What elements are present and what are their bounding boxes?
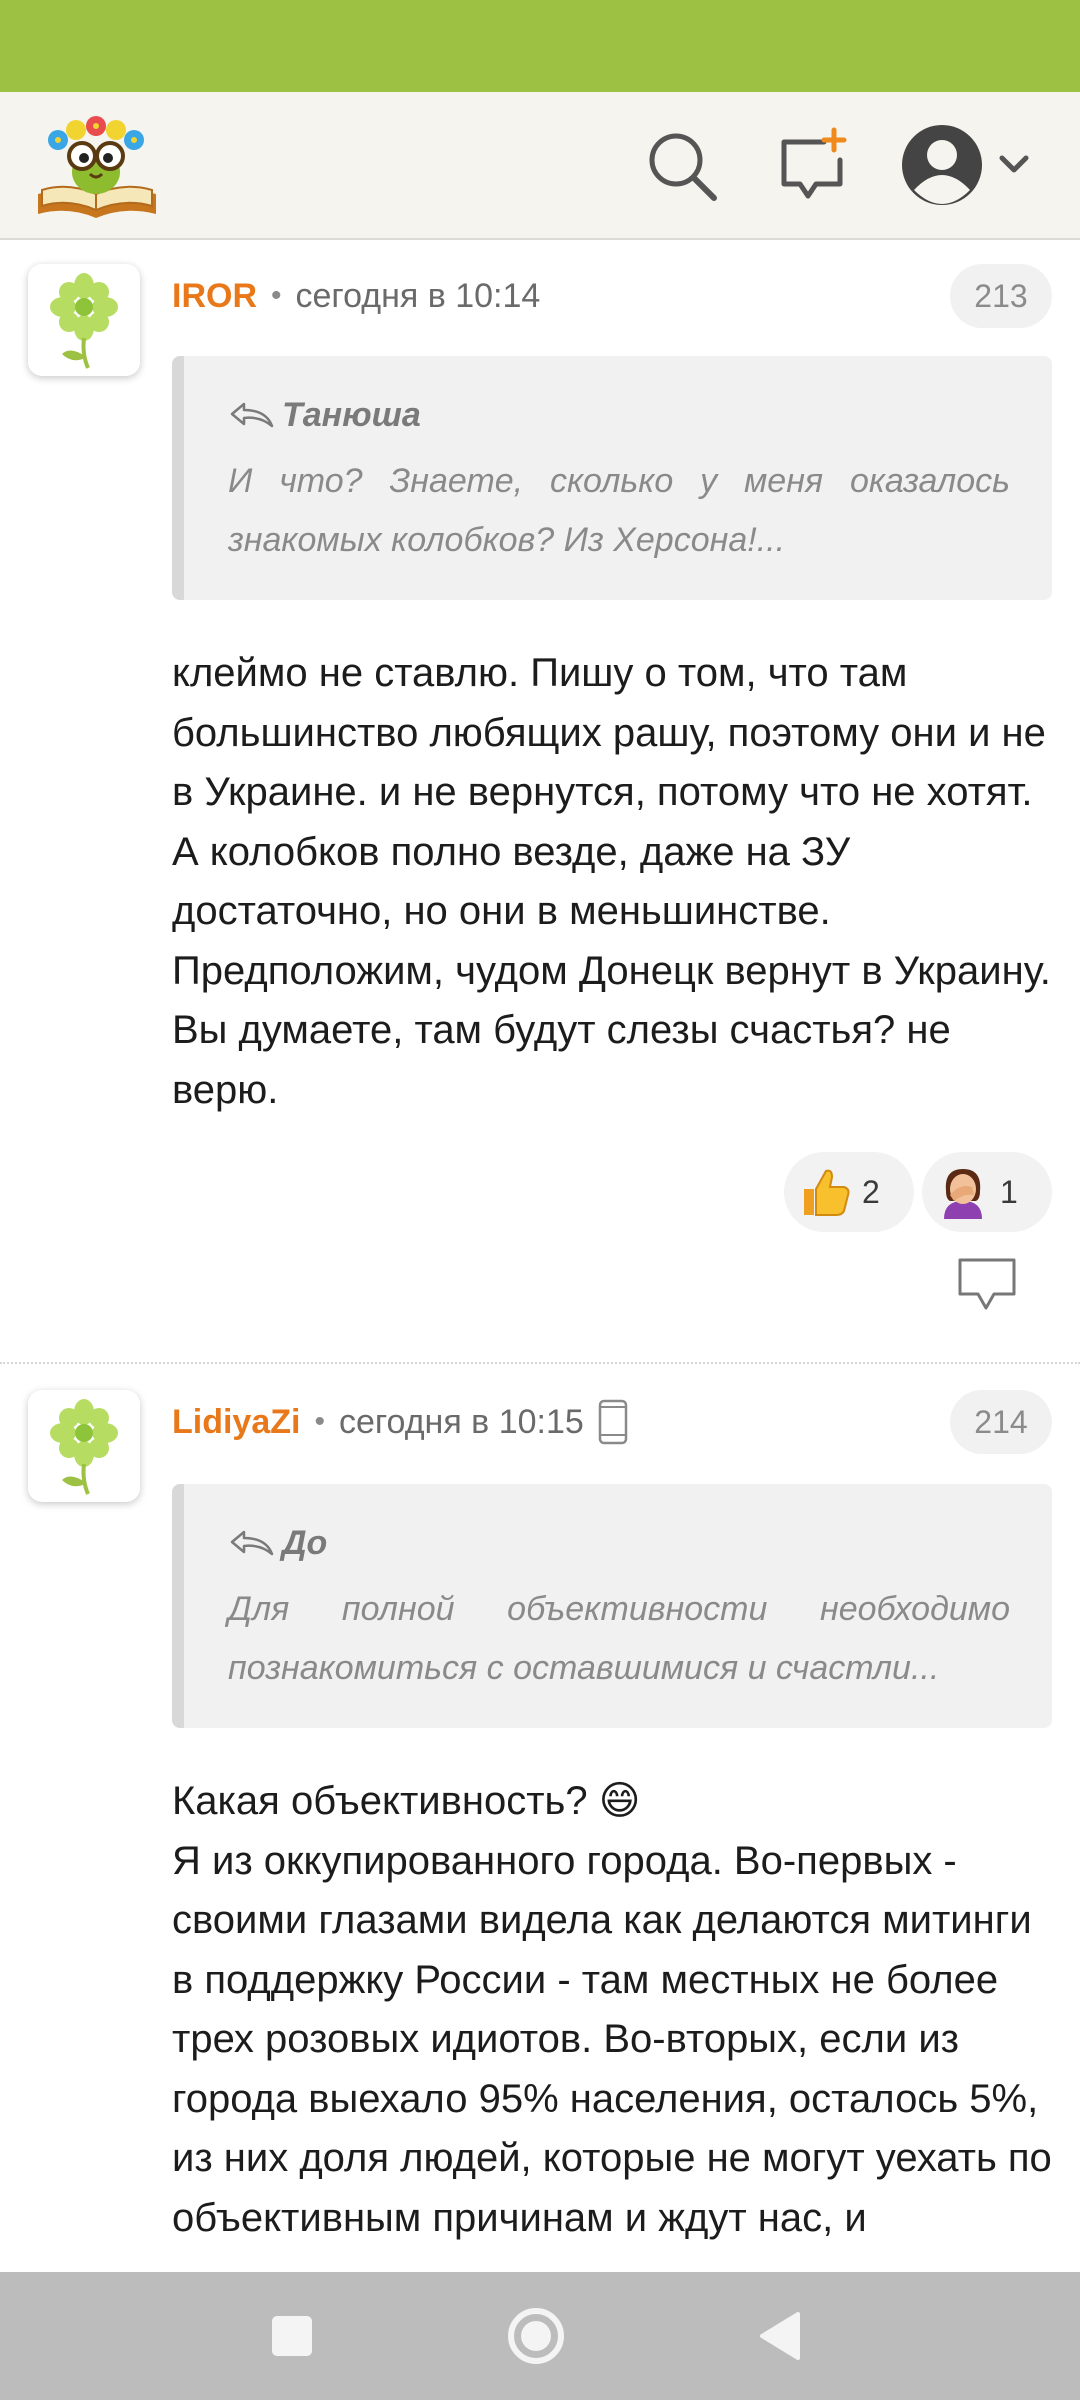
quote-header: До xyxy=(228,1520,1010,1566)
comment-number[interactable]: 214 xyxy=(950,1390,1052,1454)
separator-dot: • xyxy=(271,279,282,312)
daisy-avatar-icon xyxy=(50,273,118,369)
comment-body: Какая объективность? 😄 Я из оккупированн… xyxy=(172,1772,1052,2248)
thumbs-up-icon xyxy=(804,1169,850,1216)
mobile-phone-icon xyxy=(598,1399,628,1445)
comment-time[interactable]: сегодня в 10:14 xyxy=(296,277,541,316)
reaction-count: 1 xyxy=(1000,1173,1018,1210)
comment-author[interactable]: IROR xyxy=(172,277,257,316)
reply-arrow-icon xyxy=(230,402,274,428)
book-owl-logo-icon[interactable] xyxy=(34,110,160,222)
comment-line: Я из оккупированного города. Во-первых -… xyxy=(172,1838,1052,2240)
reaction-thumbs-up[interactable]: 2 xyxy=(784,1152,914,1232)
comment-divider xyxy=(0,1362,1080,1364)
square-recents-icon[interactable] xyxy=(270,2314,314,2358)
comment-line: Какая объективность? 😄 xyxy=(172,1779,641,1823)
reply-arrow-icon xyxy=(230,1530,274,1556)
separator-dot: • xyxy=(314,1405,325,1438)
daisy-avatar-icon xyxy=(50,1399,118,1495)
comment-item: IROR • сегодня в 10:14 213 Танюша И что?… xyxy=(0,240,1080,1360)
chevron-down-icon[interactable] xyxy=(999,155,1029,173)
app-header xyxy=(0,92,1080,240)
quote-author: Танюша xyxy=(282,395,421,434)
avatar-icon[interactable] xyxy=(900,120,1050,210)
quote-block[interactable]: До Для полной объективности необходимо п… xyxy=(172,1484,1052,1728)
user-avatar[interactable] xyxy=(28,1390,140,1502)
triangle-back-icon[interactable] xyxy=(758,2310,802,2362)
comment-item: LidiyaZi • сегодня в 10:15 214 До Для по… xyxy=(0,1368,1080,2272)
quote-header: Танюша xyxy=(228,392,1010,438)
quote-author: До xyxy=(282,1523,328,1562)
profile-menu[interactable] xyxy=(900,120,1050,210)
search-icon[interactable] xyxy=(644,128,720,204)
quote-text: Для полной объективности необходимо позн… xyxy=(228,1590,1010,1687)
comment-header: LidiyaZi • сегодня в 10:15 xyxy=(172,1398,628,1446)
reaction-facepalm[interactable]: 1 xyxy=(922,1152,1052,1232)
comment-header: IROR • сегодня в 10:14 xyxy=(172,272,540,320)
new-post-icon[interactable] xyxy=(776,126,852,202)
quote-block[interactable]: Танюша И что? Знаете, сколько у меня ока… xyxy=(172,356,1052,600)
user-avatar[interactable] xyxy=(28,264,140,376)
circle-home-icon[interactable] xyxy=(506,2306,566,2366)
quote-text: И что? Знаете, сколько у меня оказалось … xyxy=(228,462,1010,559)
reply-icon[interactable] xyxy=(956,1256,1018,1312)
reaction-count: 2 xyxy=(862,1173,880,1210)
comment-number[interactable]: 213 xyxy=(950,264,1052,328)
comment-author[interactable]: LidiyaZi xyxy=(172,1403,300,1442)
comment-body: клеймо не ставлю. Пишу о том, что там бо… xyxy=(172,651,1051,1112)
status-bar xyxy=(0,0,1080,92)
system-navigation-bar xyxy=(0,2272,1080,2400)
facepalm-icon xyxy=(944,1169,982,1219)
comment-time[interactable]: сегодня в 10:15 xyxy=(339,1403,584,1442)
